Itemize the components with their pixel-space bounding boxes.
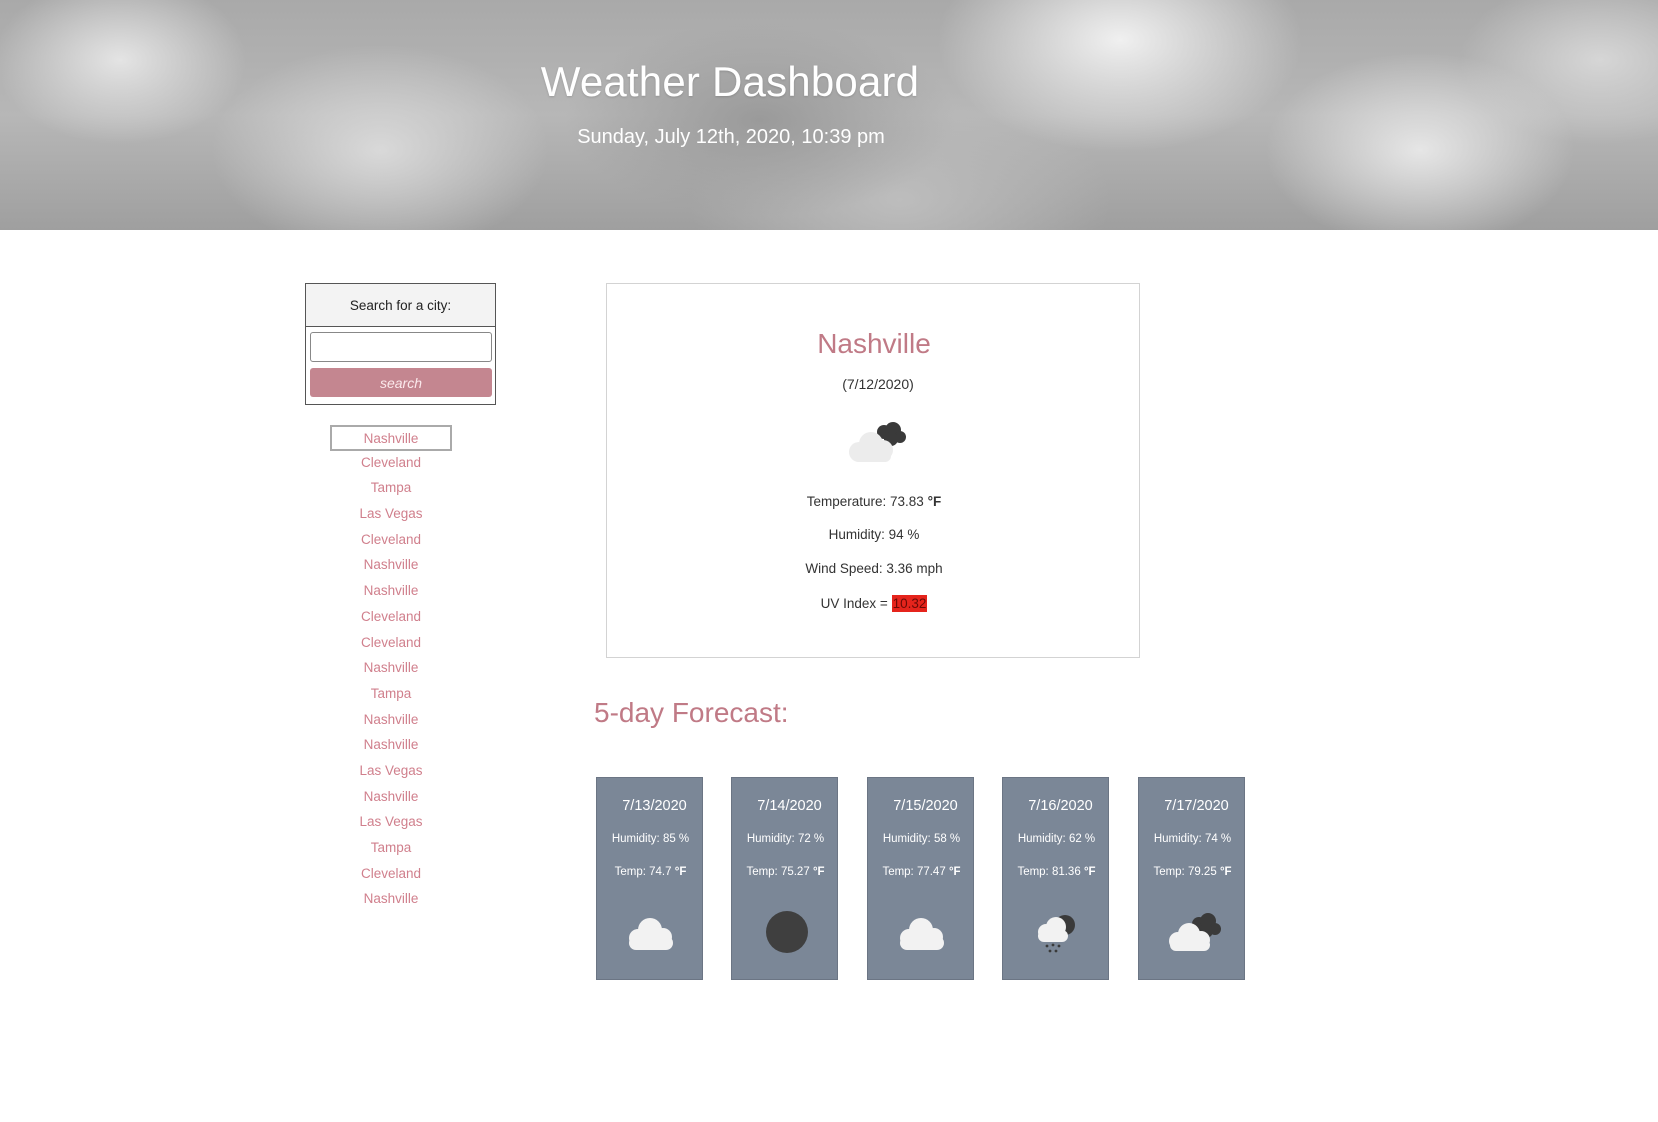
partly-cloudy-night-icon — [849, 422, 906, 462]
history-item[interactable]: Nashville — [330, 785, 452, 811]
forecast-card: 7/16/2020 Humidity: 62 % Temp: 81.36 °F — [1002, 777, 1109, 980]
forecast-humidity: Humidity: 58 % — [882, 833, 961, 845]
forecast-temp: Temp: 75.27 °F — [746, 866, 825, 878]
history-item[interactable]: Cleveland — [330, 528, 452, 554]
forecast-temp: Temp: 77.47 °F — [882, 866, 961, 878]
history-item[interactable]: Nashville — [330, 656, 452, 682]
forecast-card: 7/15/2020 Humidity: 58 % Temp: 77.47 °F — [867, 777, 974, 980]
page-title: Weather Dashboard — [540, 58, 920, 105]
history-item[interactable]: Las Vegas — [330, 759, 452, 785]
temperature-stat: Temperature: 73.83 °F — [607, 494, 1141, 509]
history-item[interactable]: Tampa — [330, 682, 452, 708]
wind-stat: Wind Speed: 3.36 mph — [805, 561, 943, 576]
partly-cloudy-night-icon — [1169, 913, 1221, 951]
history-item[interactable]: Nashville — [330, 733, 452, 759]
history-item[interactable]: Tampa — [330, 476, 452, 502]
uv-stat: UV Index = 10.32 — [607, 595, 1141, 612]
forecast-humidity: Humidity: 85 % — [611, 833, 690, 845]
city-search-input[interactable] — [310, 332, 492, 362]
history-item[interactable]: Las Vegas — [330, 502, 452, 528]
forecast-temp: Temp: 74.7 °F — [614, 866, 687, 878]
history-item[interactable]: Nashville — [330, 553, 452, 579]
forecast-date: 7/16/2020 — [1028, 798, 1093, 814]
forecast-date: 7/17/2020 — [1164, 798, 1229, 814]
hero-banner: Weather Dashboard Sunday, July 12th, 202… — [0, 0, 1658, 230]
temperature-unit: °F — [927, 494, 942, 509]
current-weather-card: Nashville (7/12/2020) Temperature: 73.83… — [606, 283, 1140, 658]
cloud-icon — [900, 918, 944, 950]
search-history-list: Nashville Cleveland Tampa Las Vegas Clev… — [330, 425, 452, 913]
history-item[interactable]: Cleveland — [330, 605, 452, 631]
rain-night-icon — [1038, 915, 1075, 953]
history-item[interactable]: Nashville — [330, 425, 452, 451]
uv-badge: 10.32 — [891, 595, 928, 612]
humidity-stat: Humidity: 94 % — [828, 527, 920, 542]
current-datetime: Sunday, July 12th, 2020, 10:39 pm — [577, 126, 885, 148]
forecast-card: 7/14/2020 Humidity: 72 % Temp: 75.27 °F — [731, 777, 838, 980]
uv-label: UV Index = — [820, 596, 888, 611]
moon-icon — [766, 911, 808, 953]
forecast-humidity: Humidity: 72 % — [746, 833, 825, 845]
history-item[interactable]: Nashville — [330, 708, 452, 734]
history-item[interactable]: Nashville — [330, 887, 452, 913]
search-button[interactable]: search — [310, 368, 492, 397]
forecast-date: 7/15/2020 — [893, 798, 958, 814]
cloud-icon — [629, 918, 673, 950]
history-item[interactable]: Las Vegas — [330, 810, 452, 836]
history-item[interactable]: Cleveland — [330, 451, 452, 477]
history-item[interactable]: Cleveland — [330, 862, 452, 888]
forecast-card: 7/17/2020 Humidity: 74 % Temp: 79.25 °F — [1138, 777, 1245, 980]
history-item[interactable]: Cleveland — [330, 631, 452, 657]
search-header: Search for a city: — [306, 284, 495, 327]
forecast-humidity: Humidity: 62 % — [1017, 833, 1096, 845]
temperature-value: Temperature: 73.83 — [806, 494, 924, 509]
forecast-title: 5-day Forecast: — [594, 697, 789, 728]
forecast-date: 7/14/2020 — [757, 798, 822, 814]
forecast-card: 7/13/2020 Humidity: 85 % Temp: 74.7 °F — [596, 777, 703, 980]
history-item[interactable]: Nashville — [330, 579, 452, 605]
search-panel: Search for a city: search — [305, 283, 496, 405]
forecast-date: 7/13/2020 — [622, 798, 687, 814]
history-item[interactable]: Tampa — [330, 836, 452, 862]
current-date: (7/12/2020) — [842, 376, 914, 392]
city-name: Nashville — [817, 328, 931, 359]
forecast-humidity: Humidity: 74 % — [1153, 833, 1232, 845]
forecast-temp: Temp: 79.25 °F — [1153, 866, 1232, 878]
forecast-temp: Temp: 81.36 °F — [1017, 866, 1096, 878]
